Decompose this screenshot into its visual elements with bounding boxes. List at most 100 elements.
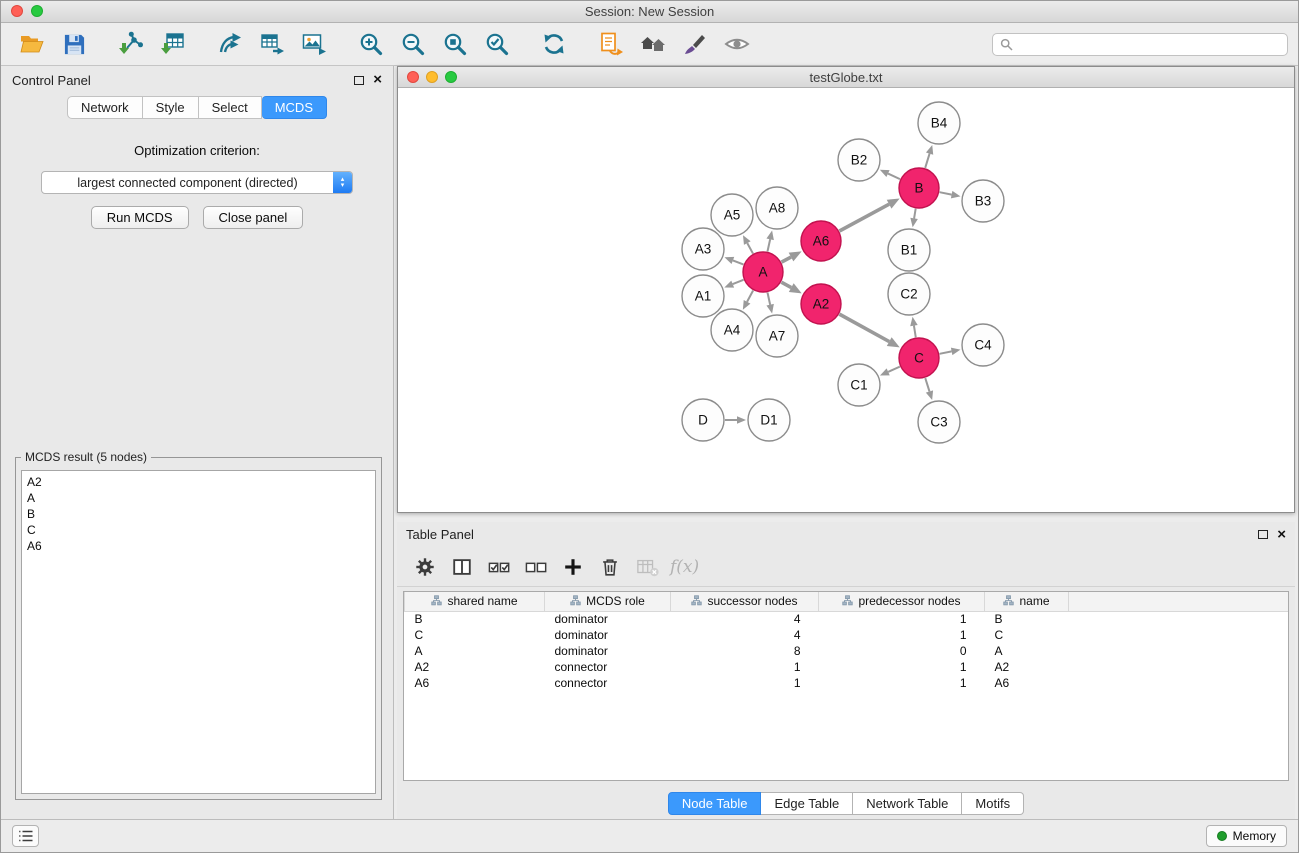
mcds-result-item[interactable]: C: [27, 522, 370, 538]
graph-edge-B-B4[interactable]: [925, 154, 929, 168]
refresh-view-button[interactable]: [533, 26, 575, 62]
column-header-name[interactable]: name: [985, 592, 1069, 611]
tab-edge-table[interactable]: Edge Table: [761, 792, 853, 815]
graph-edge-C-C4[interactable]: [940, 351, 952, 353]
graph-edge-A-A2[interactable]: [781, 282, 791, 287]
search-input[interactable]: [1018, 37, 1280, 51]
table-cell[interactable]: A: [405, 643, 545, 659]
table-cell[interactable]: C: [985, 627, 1069, 643]
graph-edge-A6-B[interactable]: [839, 204, 889, 231]
column-header-successor-nodes[interactable]: successor nodes: [671, 592, 819, 611]
home-button[interactable]: [632, 26, 674, 62]
delete-table-button[interactable]: [633, 552, 661, 582]
graph-edge-A-A3[interactable]: [733, 260, 744, 264]
table-cell[interactable]: B: [405, 611, 545, 627]
table-settings-button[interactable]: [411, 552, 439, 582]
table-cell[interactable]: A2: [405, 659, 545, 675]
network-close-button[interactable]: [407, 71, 419, 83]
table-cell[interactable]: 1: [671, 675, 819, 691]
graph-edge-B-B3[interactable]: [940, 192, 952, 194]
graph-edge-B-B1[interactable]: [914, 209, 916, 219]
clone-network-button[interactable]: [209, 26, 251, 62]
tab-network[interactable]: Network: [67, 96, 143, 119]
network-canvas[interactable]: B4B2BB3A5A8A6B1A3AC2A1A2A4A7C4CC1C3DD1: [398, 88, 1294, 512]
column-header-mcds-role[interactable]: MCDS role: [545, 592, 671, 611]
graph-edge-A-A5[interactable]: [747, 243, 753, 253]
table-row[interactable]: A6connector11A6: [405, 675, 1289, 691]
table-cell[interactable]: 1: [819, 627, 985, 643]
graph-edge-A2-C[interactable]: [839, 314, 889, 341]
mcds-result-item[interactable]: A6: [27, 538, 370, 554]
graph-edge-C-C1[interactable]: [888, 367, 900, 372]
close-panel-icon[interactable]: ×: [373, 75, 382, 85]
table-cell[interactable]: B: [985, 611, 1069, 627]
tab-select[interactable]: Select: [199, 96, 262, 119]
table-cell[interactable]: C: [405, 627, 545, 643]
run-mcds-button[interactable]: Run MCDS: [91, 206, 189, 229]
network-minimize-button[interactable]: [426, 71, 438, 83]
table-cell[interactable]: dominator: [545, 643, 671, 659]
show-columns-button[interactable]: [448, 552, 476, 582]
zoom-out-button[interactable]: [392, 26, 434, 62]
tab-network-table[interactable]: Network Table: [853, 792, 962, 815]
graph-edge-A-A6[interactable]: [782, 257, 791, 262]
table-cell[interactable]: 1: [819, 659, 985, 675]
tab-motifs[interactable]: Motifs: [962, 792, 1024, 815]
zoom-in-button[interactable]: [350, 26, 392, 62]
table-cell[interactable]: dominator: [545, 627, 671, 643]
table-cell[interactable]: A: [985, 643, 1069, 659]
table-cell[interactable]: A6: [405, 675, 545, 691]
graph-edge-A-A7[interactable]: [767, 293, 770, 305]
mcds-result-item[interactable]: A2: [27, 474, 370, 490]
graph-edge-A-A1[interactable]: [733, 280, 744, 284]
show-hide-button[interactable]: [716, 26, 758, 62]
table-cell[interactable]: 4: [671, 627, 819, 643]
zoom-fit-button[interactable]: [434, 26, 476, 62]
export-image-button[interactable]: [293, 26, 335, 62]
export-table-button[interactable]: [251, 26, 293, 62]
column-header-predecessor-nodes[interactable]: predecessor nodes: [819, 592, 985, 611]
table-cell[interactable]: 1: [671, 659, 819, 675]
zoom-window-button[interactable]: [31, 5, 43, 17]
deselect-all-button[interactable]: [522, 552, 550, 582]
table-cell[interactable]: dominator: [545, 611, 671, 627]
new-network-from-selection-button[interactable]: [590, 26, 632, 62]
table-row[interactable]: Cdominator41C: [405, 627, 1289, 643]
delete-row-button[interactable]: [596, 552, 624, 582]
table-cell[interactable]: 8: [671, 643, 819, 659]
zoom-selected-button[interactable]: [476, 26, 518, 62]
import-table-button[interactable]: [152, 26, 194, 62]
close-panel-button[interactable]: Close panel: [203, 206, 304, 229]
network-graph[interactable]: B4B2BB3A5A8A6B1A3AC2A1A2A4A7C4CC1C3DD1: [398, 88, 1294, 512]
select-all-button[interactable]: [485, 552, 513, 582]
column-header-shared-name[interactable]: shared name: [405, 592, 545, 611]
function-builder-button[interactable]: f(x): [670, 552, 699, 582]
graph-edge-B-B2[interactable]: [888, 174, 900, 180]
memory-button[interactable]: Memory: [1206, 825, 1287, 847]
tab-node-table[interactable]: Node Table: [668, 792, 762, 815]
mcds-result-item[interactable]: B: [27, 506, 370, 522]
import-network-button[interactable]: [110, 26, 152, 62]
table-cell[interactable]: 0: [819, 643, 985, 659]
paintbrush-button[interactable]: [674, 26, 716, 62]
table-row[interactable]: Adominator80A: [405, 643, 1289, 659]
table-cell[interactable]: connector: [545, 659, 671, 675]
table-row[interactable]: A2connector11A2: [405, 659, 1289, 675]
table-row[interactable]: Bdominator41B: [405, 611, 1289, 627]
graph-edge-A-A4[interactable]: [747, 291, 753, 302]
open-session-button[interactable]: [11, 26, 53, 62]
save-session-button[interactable]: [53, 26, 95, 62]
close-window-button[interactable]: [11, 5, 23, 17]
network-zoom-button[interactable]: [445, 71, 457, 83]
table-cell[interactable]: A6: [985, 675, 1069, 691]
float-table-panel-icon[interactable]: [1258, 530, 1268, 539]
add-row-button[interactable]: [559, 552, 587, 582]
mcds-result-list[interactable]: A2ABCA6: [21, 470, 376, 794]
table-cell[interactable]: 1: [819, 675, 985, 691]
task-history-button[interactable]: [12, 825, 39, 847]
table-cell[interactable]: 1: [819, 611, 985, 627]
tab-style[interactable]: Style: [143, 96, 199, 119]
graph-edge-C-C2[interactable]: [914, 326, 916, 338]
graph-edge-A-A8[interactable]: [767, 239, 770, 251]
table-cell[interactable]: 4: [671, 611, 819, 627]
